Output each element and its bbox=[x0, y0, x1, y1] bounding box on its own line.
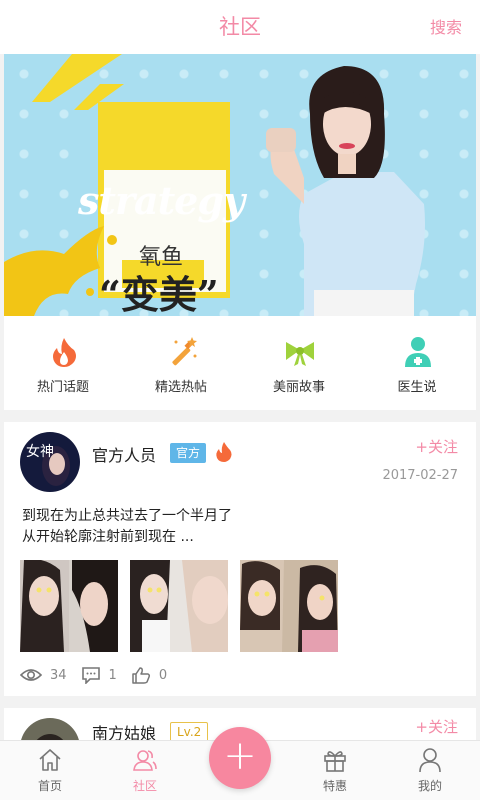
category-label: 热门话题 bbox=[36, 380, 89, 395]
post-content[interactable]: 到现在为止总共过去了一个半月了 从开始轮廓注射前到现在 ... bbox=[22, 506, 462, 548]
page-title: 社区 bbox=[219, 15, 261, 39]
tab-label: 社区 bbox=[132, 779, 157, 793]
gift-icon bbox=[324, 751, 346, 772]
post-date: 2017-02-27 bbox=[382, 468, 458, 483]
post-stats: 34 1 0 bbox=[20, 666, 181, 684]
tab-deals[interactable]: 特惠 bbox=[287, 741, 383, 800]
category-label: 精选热帖 bbox=[154, 380, 207, 395]
category-label: 美丽故事 bbox=[272, 380, 325, 395]
post-images bbox=[20, 560, 338, 652]
paint-splash bbox=[4, 226, 104, 316]
post-text-line: 从开始轮廓注射前到现在 ... bbox=[22, 529, 194, 545]
follow-button[interactable]: +关注 bbox=[415, 436, 458, 457]
tab-label: 我的 bbox=[417, 779, 442, 793]
comments-count: 1 bbox=[108, 667, 117, 683]
comment-icon bbox=[81, 667, 100, 684]
post-author[interactable]: 官方人员 bbox=[92, 442, 156, 466]
banner-headline: “变美” bbox=[99, 272, 219, 316]
fire-icon bbox=[53, 338, 76, 367]
eye-icon bbox=[20, 669, 42, 681]
hot-flame-icon bbox=[216, 442, 232, 462]
post-image[interactable] bbox=[240, 560, 338, 652]
paint-drop bbox=[107, 235, 117, 245]
tab-label: 特惠 bbox=[322, 779, 347, 793]
promo-banner[interactable]: strategy 氧鱼 “变美” 攻略 bbox=[4, 54, 476, 316]
create-post-button[interactable]: + bbox=[209, 727, 271, 789]
post-image[interactable] bbox=[20, 560, 118, 652]
avatar[interactable]: 女神 bbox=[20, 432, 80, 492]
community-icon bbox=[133, 750, 157, 771]
tab-label: 首页 bbox=[37, 779, 62, 793]
post-image[interactable] bbox=[130, 560, 228, 652]
category-label: 医生说 bbox=[397, 380, 437, 395]
paint-drop bbox=[86, 288, 94, 296]
top-bar: 社区 搜索 bbox=[0, 0, 480, 54]
magic-wand-icon bbox=[172, 337, 197, 366]
likes-count: 0 bbox=[158, 667, 168, 683]
level-badge: Lv.2 bbox=[170, 722, 209, 742]
post-card[interactable]: 女神 官方人员 官方 +关注 2017-02-27 到现在为止总共过去了一个半月… bbox=[4, 422, 476, 696]
category-doctor-says[interactable]: 医生说 bbox=[358, 316, 476, 410]
search-button[interactable]: 搜索 bbox=[430, 14, 462, 38]
tab-home[interactable]: 首页 bbox=[2, 741, 98, 800]
like-button[interactable]: 0 bbox=[131, 666, 167, 684]
svg-text:女神: 女神 bbox=[26, 443, 54, 460]
follow-button[interactable]: +关注 bbox=[415, 716, 458, 737]
bow-icon bbox=[286, 342, 314, 366]
views-count: 34 bbox=[50, 667, 67, 683]
tab-profile[interactable]: 我的 bbox=[382, 741, 478, 800]
doctor-icon bbox=[405, 337, 431, 367]
banner-headline-en: strategy bbox=[78, 178, 245, 223]
profile-icon bbox=[419, 748, 441, 773]
tab-community[interactable]: 社区 bbox=[97, 741, 193, 800]
category-featured-posts[interactable]: 精选热帖 bbox=[122, 316, 240, 410]
community-page: 社区 搜索 strategy 氧鱼 “变美” 热门话题 精选热帖 美丽故事 医生… bbox=[0, 0, 480, 800]
thumbs-up-icon bbox=[132, 667, 150, 684]
model-photo bbox=[266, 66, 425, 316]
post-text-line: 到现在为止总共过去了一个半月了 bbox=[22, 508, 232, 524]
category-hot-topics[interactable]: 热门话题 bbox=[4, 316, 122, 410]
plus-icon: + bbox=[223, 733, 257, 779]
category-shortcuts: 热门话题 精选热帖 美丽故事 医生说 bbox=[4, 316, 476, 410]
official-badge: 官方 bbox=[170, 443, 207, 463]
comment-button[interactable]: 1 bbox=[81, 666, 117, 684]
views-stat: 34 bbox=[20, 667, 67, 683]
home-icon bbox=[39, 749, 61, 771]
category-beauty-stories[interactable]: 美丽故事 bbox=[240, 316, 358, 410]
